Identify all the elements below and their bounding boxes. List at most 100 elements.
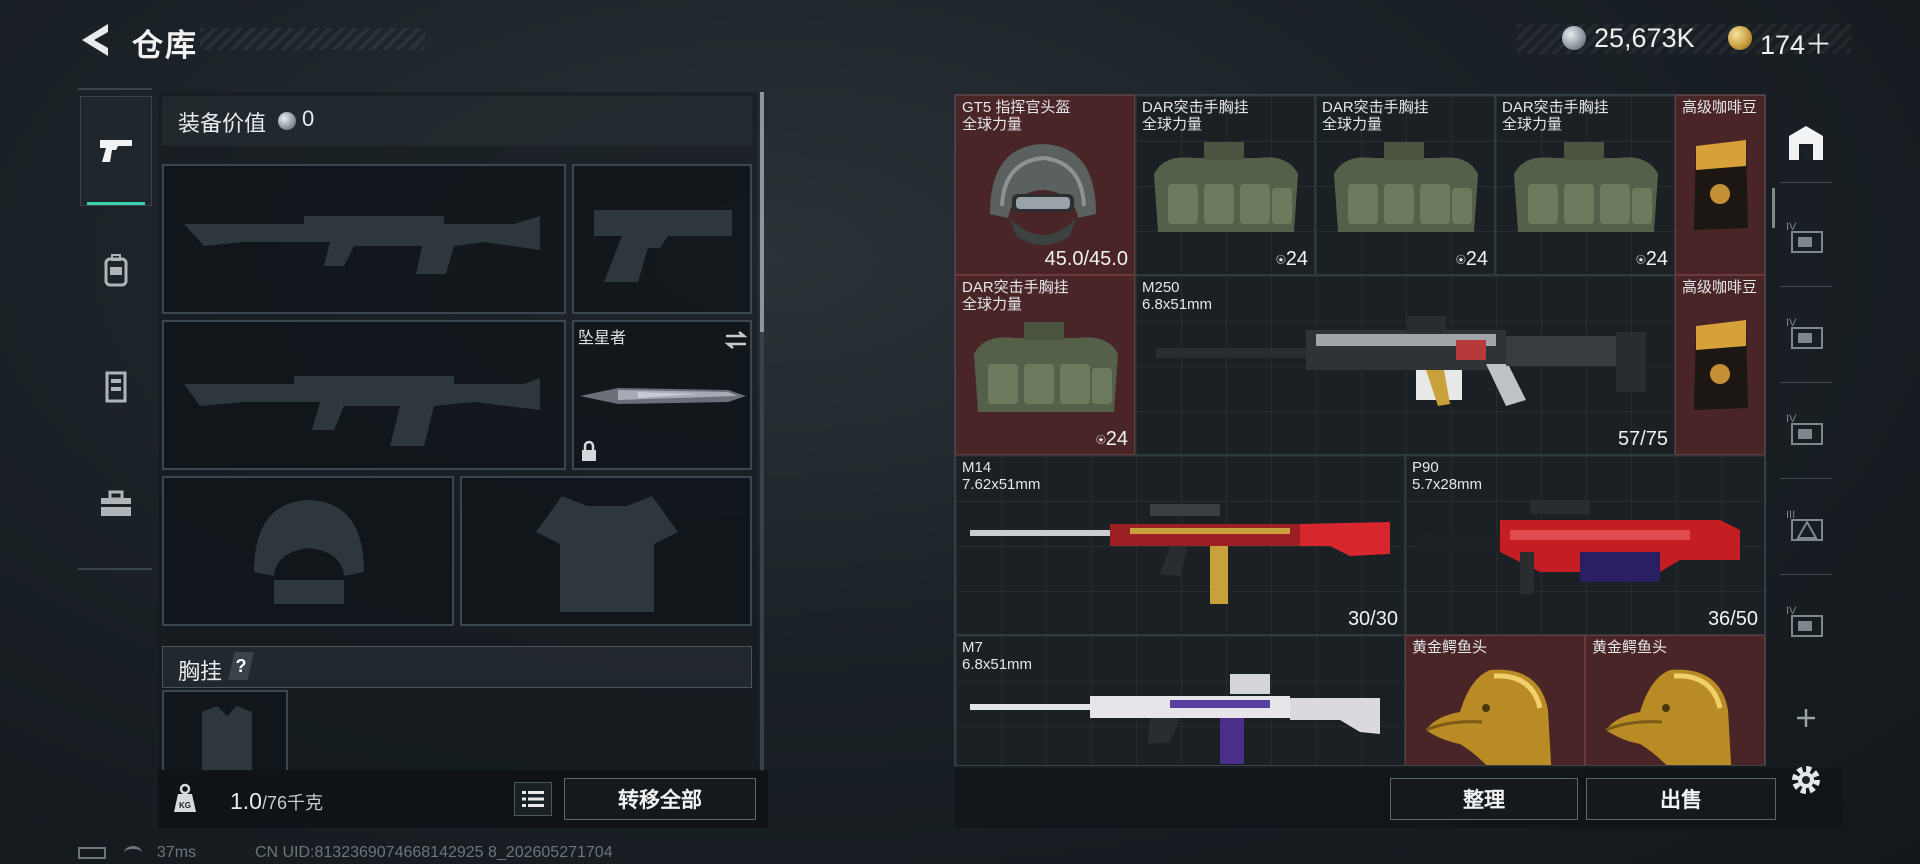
stash-tab-4-icon: IV: [1786, 221, 1823, 253]
item-subtitle: 7.62x51mm: [962, 476, 1041, 493]
stash-item[interactable]: M7 6.8x51mm: [955, 635, 1405, 765]
helmet-silhouette-icon: [254, 500, 364, 604]
item-armor-rating: ⍟24: [1456, 248, 1488, 270]
stash-item[interactable]: P90 5.7x28mm 36/50: [1405, 455, 1765, 635]
weight-capacity: /76千克: [261, 793, 324, 813]
stash-tab-5[interactable]: IV: [1780, 596, 1832, 648]
stash-item[interactable]: DAR突击手胸挂 全球力量 ⍟24: [1495, 95, 1675, 275]
rig-icon: ⍟: [1096, 432, 1106, 449]
item-subtitle: 全球力量: [962, 296, 1023, 313]
ping-value: 37ms: [156, 844, 197, 861]
stash-main-icon: [1789, 126, 1823, 160]
toolbox-icon: [101, 490, 131, 516]
stash-tab-1[interactable]: IV: [1780, 212, 1832, 264]
stash-item[interactable]: DAR突击手胸挂 全球力量 ⍟24: [1135, 95, 1315, 275]
sidebar-divider: [1780, 182, 1832, 183]
sidebar-divider: [1780, 382, 1832, 383]
stash-tab-2[interactable]: IV: [1780, 308, 1832, 360]
nav-item-backpack[interactable]: [80, 216, 152, 326]
title-stripe: [200, 28, 425, 50]
rig-icon: ⍟: [1456, 252, 1466, 269]
equip-value-label: 装备价值: [178, 111, 267, 136]
primary-weapon-slot[interactable]: [162, 164, 566, 314]
nav-item-weapons[interactable]: [80, 96, 152, 206]
item-name: DAR突击手胸挂: [1322, 99, 1429, 116]
item-subtitle: 全球力量: [962, 116, 1023, 133]
sort-button[interactable]: 整理: [1390, 778, 1578, 820]
uid-text: CN UID:8132369074668142925 8_20260527170…: [254, 844, 613, 861]
add-stash-tab-button[interactable]: [1780, 692, 1832, 744]
stash-item[interactable]: 黄金鳄鱼头: [1405, 635, 1585, 765]
pistol-icon: [100, 140, 132, 162]
item-subtitle: 6.8x51mm: [962, 656, 1033, 673]
lock-icon: [582, 440, 596, 461]
gold-coin-icon: [1728, 26, 1752, 50]
item-name: M250: [1142, 279, 1180, 296]
stash-item[interactable]: 高级咖啡豆: [1675, 275, 1765, 455]
stash-tab-4-icon: IV: [1786, 605, 1823, 637]
item-name: DAR突击手胸挂: [962, 279, 1069, 296]
back-arrow-icon: [82, 24, 108, 56]
chest-rig-art: [1514, 142, 1658, 232]
list-icon: [522, 791, 544, 807]
stash-tab-3-icon: III: [1786, 509, 1823, 541]
stash-items: GT5 指挥官头盔 全球力量 45.0/45.0 DAR突击手胸挂 全球力量 ⍟…: [955, 95, 1765, 765]
gold-value[interactable]: 174＋: [1760, 23, 1832, 62]
item-name: 黄金鳄鱼头: [1592, 639, 1668, 656]
money-coin-icon: [1562, 26, 1586, 50]
stash-tab-main[interactable]: [1780, 116, 1832, 168]
loadout-scrollbar-thumb[interactable]: [760, 92, 764, 332]
list-view-button[interactable]: [514, 782, 552, 816]
item-subtitle: 全球力量: [1142, 116, 1203, 133]
stash-item[interactable]: M250 6.8x51mm 57/75: [1135, 275, 1675, 455]
item-armor-rating: ⍟24: [1276, 248, 1308, 270]
battery-icon: [78, 846, 106, 859]
stash-tab-3[interactable]: IV: [1780, 404, 1832, 456]
back-button[interactable]: [78, 20, 114, 60]
stash-item[interactable]: 黄金鳄鱼头: [1585, 635, 1765, 765]
item-name: M7: [962, 639, 983, 656]
rig-icon: ⍟: [1276, 252, 1286, 269]
stash-item[interactable]: 高级咖啡豆: [1675, 95, 1765, 275]
rig-silhouette-icon: [202, 706, 252, 772]
knife-art: [580, 388, 746, 404]
nav-item-armor[interactable]: [80, 332, 152, 442]
coffee-bag-art: [1694, 320, 1748, 410]
body-armor-slot[interactable]: [460, 476, 752, 626]
stash-tab-4[interactable]: III: [1780, 500, 1832, 552]
nav-item-toolbox[interactable]: [80, 450, 152, 560]
chest-rig-slot[interactable]: [162, 690, 288, 772]
stash-item[interactable]: DAR突击手胸挂 全球力量 ⍟24: [1315, 95, 1495, 275]
item-subtitle: 全球力量: [1502, 116, 1563, 133]
page-title: 仓库: [132, 28, 198, 63]
helmet-slot[interactable]: [162, 476, 454, 626]
backpack-icon: [104, 254, 128, 287]
stash-item[interactable]: DAR突击手胸挂 全球力量 ⍟24: [955, 275, 1135, 455]
item-subtitle: 6.8x51mm: [1142, 296, 1213, 313]
rifle-silhouette-2-icon: [184, 376, 540, 446]
chest-rig-art: [1154, 142, 1298, 232]
swap-icon[interactable]: [724, 330, 748, 350]
helmet-art: [990, 144, 1096, 245]
weight-value: 1.0: [230, 788, 262, 814]
status-bar: 37ms CN UID:8132369074668142925 8_202605…: [78, 844, 613, 862]
item-ammo: 36/50: [1707, 608, 1758, 630]
stash-item[interactable]: M14 7.62x51mm 30/30: [955, 455, 1405, 635]
equip-value-coin-icon: [278, 112, 296, 130]
pistol-slot[interactable]: [572, 164, 752, 314]
armor-silhouette-icon: [536, 496, 678, 612]
item-name: P90: [1412, 459, 1439, 476]
transfer-all-button[interactable]: 转移全部: [564, 778, 756, 820]
p90-art: [1420, 500, 1740, 594]
item-durability: 45.0/45.0: [1044, 248, 1128, 270]
weight-icon: KG: [174, 783, 196, 812]
sell-button[interactable]: 出售: [1586, 778, 1776, 820]
sidebar-divider: [1780, 286, 1832, 287]
sidebar-divider: [1780, 574, 1832, 575]
secondary-weapon-slot[interactable]: [162, 320, 566, 470]
item-name: 高级咖啡豆: [1682, 279, 1758, 296]
settings-button[interactable]: [1780, 754, 1832, 806]
stash-item[interactable]: GT5 指挥官头盔 全球力量 45.0/45.0: [955, 95, 1135, 275]
sidebar-divider: [1780, 478, 1832, 479]
chest-rig-art: [1334, 142, 1478, 232]
